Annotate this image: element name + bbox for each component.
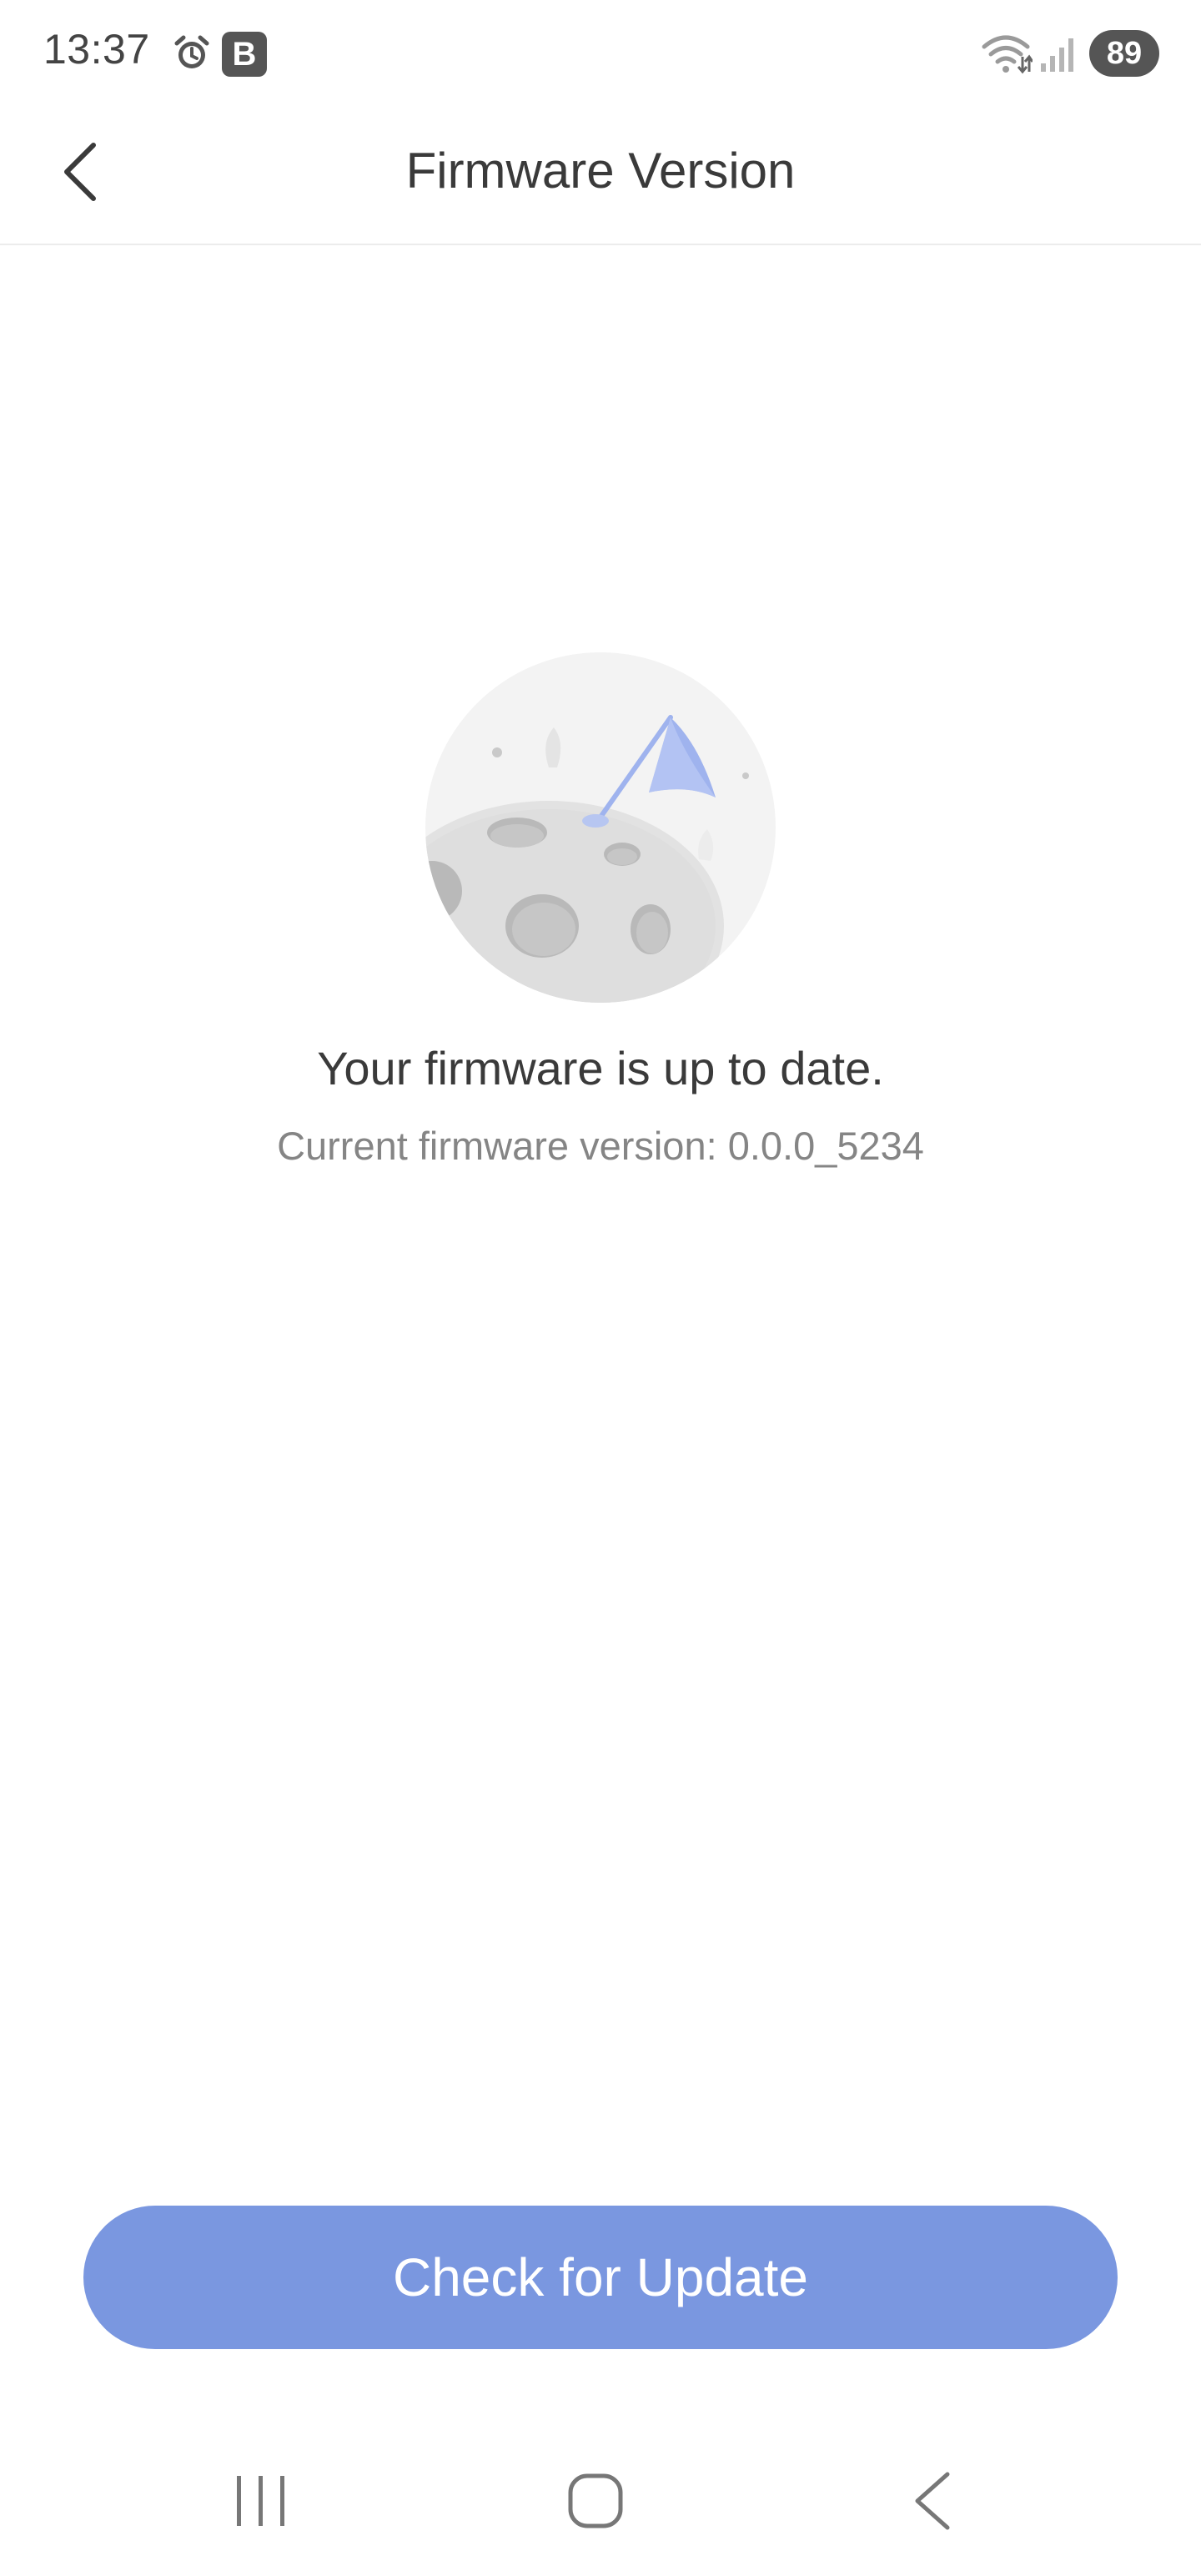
status-title: Your firmware is up to date.: [317, 1042, 884, 1094]
status-bar: 13:37 B 89: [0, 0, 1201, 108]
app-badge-icon: B: [222, 32, 267, 77]
recents-icon: [237, 2476, 284, 2526]
navigation-bar: [0, 2419, 1201, 2576]
wifi-icon: [982, 35, 1033, 74]
signal-icon: [1041, 38, 1073, 72]
page-title: Firmware Version: [405, 143, 796, 199]
home-button[interactable]: [555, 2466, 636, 2536]
system-back-button[interactable]: [892, 2466, 976, 2536]
moon-flag-illustration: [425, 652, 776, 1003]
current-version-text: Current firmware version: 0.0.0_5234: [277, 1124, 924, 1168]
recents-button[interactable]: [219, 2469, 302, 2533]
check-update-button[interactable]: Check for Update: [83, 2206, 1118, 2349]
header: Firmware Version: [0, 108, 1201, 245]
firmware-version-screen: 13:37 B 89 Firmware Version Your firmwar…: [0, 0, 1201, 2576]
status-time: 13:37: [43, 26, 150, 73]
back-icon: [915, 2472, 950, 2530]
home-icon: [568, 2473, 623, 2528]
battery-indicator: 89: [1089, 30, 1159, 77]
alarm-icon: [174, 35, 209, 68]
